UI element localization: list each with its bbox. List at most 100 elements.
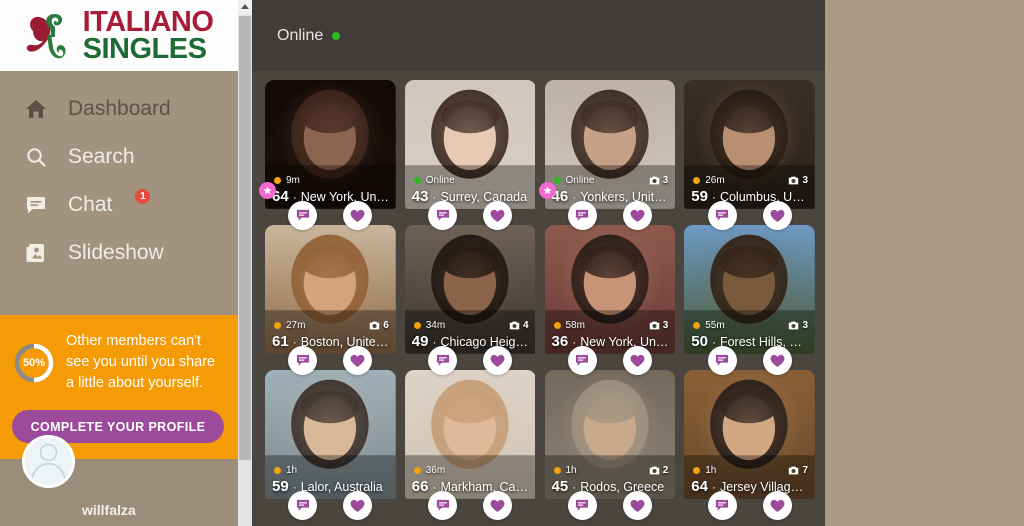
status-dot	[274, 177, 281, 184]
like-button[interactable]	[483, 491, 513, 520]
like-button[interactable]	[343, 491, 373, 520]
chat-button[interactable]	[288, 346, 318, 375]
card-actions	[405, 201, 536, 230]
status-row: 1h	[693, 465, 716, 476]
status-text: 36m	[425, 465, 446, 476]
heart-icon	[350, 354, 365, 367]
chat-unread-badge: 1	[135, 188, 151, 204]
like-button[interactable]	[762, 491, 792, 520]
profile-card[interactable]: 27m 6 61 · Boston, United...	[265, 225, 396, 375]
like-button[interactable]	[483, 201, 513, 230]
photo-count: 3	[649, 320, 668, 331]
chat-bubble-icon	[716, 354, 729, 366]
chat-button[interactable]	[567, 346, 597, 375]
completion-ring: 50%	[12, 341, 56, 385]
photo-count-value: 3	[662, 175, 669, 186]
photo-count-value: 3	[802, 320, 808, 331]
scrollbar-up-arrow[interactable]	[238, 0, 252, 14]
chat-bubble-icon	[576, 499, 589, 511]
profile-card[interactable]: Online 43 · Surrey, Canada	[404, 80, 536, 230]
card-actions	[405, 491, 536, 520]
scrollbar-thumb[interactable]	[239, 16, 251, 460]
chat-button[interactable]	[567, 491, 597, 520]
like-button[interactable]	[483, 346, 513, 375]
page-title: Online	[277, 26, 324, 44]
chat-bubble-icon	[436, 499, 449, 511]
chat-bubble-icon	[716, 499, 729, 511]
chat-button[interactable]	[428, 346, 458, 375]
heart-icon	[770, 499, 785, 512]
like-button[interactable]	[622, 346, 652, 375]
profile-card[interactable]: 34m 4 49 · Chicago Height...	[404, 225, 536, 375]
like-button[interactable]	[622, 491, 652, 520]
profile-card[interactable]: 1h 2 45 · Rodos, Greece	[544, 370, 676, 520]
sidebar-item-slideshow[interactable]: Slideshow	[0, 229, 238, 277]
chat-button[interactable]	[707, 346, 737, 375]
status-dot	[693, 177, 701, 184]
user-bar: willfalza Edit profile Settings Sign out	[0, 435, 238, 526]
status-text: 27m	[286, 320, 306, 331]
card-actions	[684, 491, 815, 520]
status-text: Online	[565, 175, 595, 186]
sidebar-scrollbar[interactable]	[238, 0, 252, 526]
status-text: 9m	[286, 175, 300, 186]
brand-logo[interactable]: ITALIANO SINGLES	[0, 0, 238, 71]
like-button[interactable]	[343, 201, 373, 230]
slideshow-icon	[26, 244, 44, 262]
status-dot	[693, 322, 701, 329]
star-icon	[542, 186, 552, 195]
chat-button[interactable]	[288, 491, 318, 520]
camera-icon	[789, 176, 799, 185]
status-row: 36m	[413, 465, 446, 476]
chevron-up-icon	[241, 4, 249, 9]
like-button[interactable]	[762, 346, 792, 375]
like-button[interactable]	[622, 201, 652, 230]
chat-bubble-icon	[576, 354, 589, 366]
chat-button[interactable]	[707, 201, 737, 230]
status-row: 9m	[274, 175, 300, 186]
brand-line-1: ITALIANO	[82, 5, 214, 38]
sidebar-item-dashboard[interactable]: Dashboard	[0, 85, 238, 133]
status-text: 58m	[565, 320, 585, 331]
camera-icon	[649, 466, 659, 475]
status-row: 27m	[274, 320, 305, 331]
sidebar-item-search[interactable]: Search	[0, 133, 238, 181]
avatar[interactable]	[22, 435, 75, 489]
status-dot	[413, 467, 421, 474]
online-status-dot	[332, 31, 341, 40]
chat-button[interactable]	[428, 201, 458, 230]
status-dot	[413, 177, 421, 184]
chat-bubble-icon	[296, 209, 309, 221]
sidebar-item-chat[interactable]: Chat 1	[0, 181, 238, 229]
profile-card[interactable]: 9m 64 · New York, Unit...	[259, 80, 396, 230]
chat-icon	[27, 197, 45, 214]
sidebar-item-label: Chat	[68, 193, 113, 216]
status-dot	[553, 322, 561, 329]
profile-card[interactable]: 36m 66 · Markham, Can...	[404, 370, 536, 520]
like-button[interactable]	[762, 201, 792, 230]
chat-button[interactable]	[288, 201, 318, 230]
status-row: 34m	[413, 320, 445, 331]
photo-count: 3	[788, 175, 808, 186]
heart-icon	[630, 209, 645, 222]
photo-count: 3	[788, 320, 808, 331]
profile-card[interactable]: Online 3 46 · Yonkers, Unite...	[538, 80, 676, 230]
chat-button[interactable]	[428, 491, 458, 520]
photo-count-value: 2	[662, 465, 669, 476]
chat-bubble-icon	[576, 209, 589, 221]
sidebar-item-label: Slideshow	[68, 241, 164, 264]
chat-button[interactable]	[567, 201, 597, 230]
chat-bubble-icon	[296, 354, 309, 366]
home-icon	[26, 100, 46, 118]
card-actions	[265, 201, 396, 230]
like-button[interactable]	[343, 346, 373, 375]
chat-button[interactable]	[707, 491, 737, 520]
heart-logo-icon	[26, 13, 66, 58]
profile-card[interactable]: 58m 3 36 · New York, Unit...	[544, 225, 676, 375]
status-text: 26m	[705, 175, 725, 186]
profile-card[interactable]: 26m 3 59 · Columbus, Uni...	[684, 80, 815, 230]
profile-card[interactable]: 1h 7 64 · Jersey Village, ...	[684, 370, 815, 520]
status-dot	[274, 322, 281, 329]
profile-card[interactable]: 55m 3 50 · Forest Hills, Un...	[684, 225, 815, 375]
profile-card[interactable]: 1h 59 · Lalor, Australia	[265, 370, 396, 520]
